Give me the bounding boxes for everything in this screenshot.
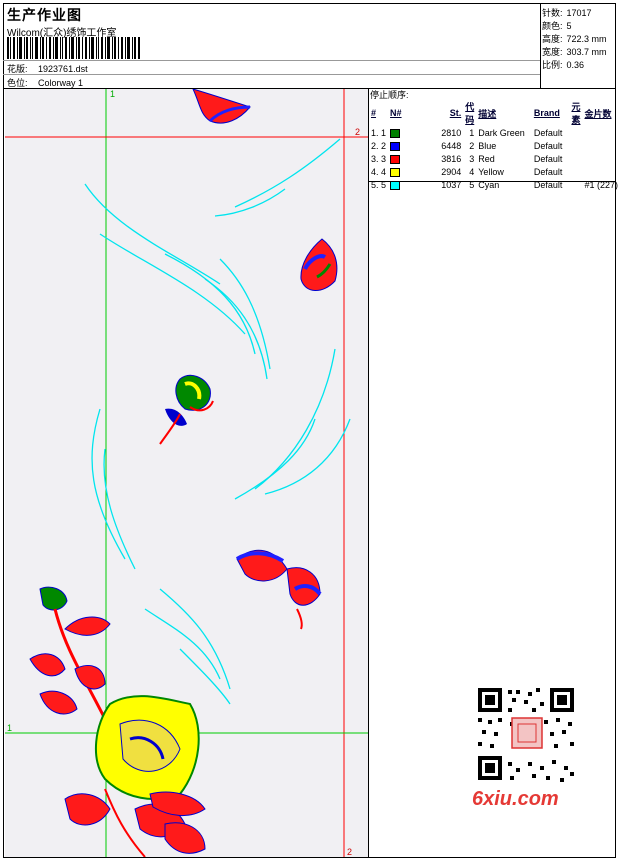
col-element: 元素: [571, 102, 581, 125]
table-header-row: # N# St. 代码 描述 Brand 元素 金片数: [369, 100, 620, 126]
col-number: #: [371, 108, 377, 118]
flower-bud-motif: [159, 374, 214, 445]
meta-line: [3, 60, 540, 61]
col-stitch: St.: [449, 108, 462, 118]
spec-stitches: 针数: 17017: [542, 8, 592, 18]
guide-label-v2: 2: [347, 847, 352, 857]
leaf-motif-upper-right: [300, 238, 338, 291]
barcode: [7, 37, 140, 59]
color-swatch: [390, 128, 401, 138]
colorway-label: 色位:: [7, 78, 28, 88]
color-swatch: [390, 180, 401, 190]
design-file-row: 花版: 1923761.dst: [7, 62, 88, 75]
table-row: 5. 5 1037 5 Cyan Default #1 (227): [371, 179, 618, 190]
embroidery-preview: 1 2 1 2: [5, 89, 368, 857]
color-swatch: [390, 141, 401, 151]
guide-label-v1: 1: [110, 89, 115, 99]
qr-logo: [511, 717, 543, 749]
spec-height: 高度: 722.3 mm: [542, 34, 607, 44]
col-brand: Brand: [533, 108, 560, 118]
design-label: 花版:: [7, 64, 28, 74]
table-row: 3. 3 3816 3 Red Default: [371, 153, 563, 164]
sheet-title: 生产作业图: [7, 7, 82, 23]
stop-sequence-table: # N# St. 代码 描述 Brand 元素 金片数 1. 1 2810 1 …: [369, 100, 620, 191]
leaf-pair-motif: [235, 549, 322, 630]
panel-divider: [368, 88, 369, 858]
color-swatch: [390, 167, 401, 177]
col-description: 描述: [478, 108, 497, 119]
watermark-text: 6xiu.com: [472, 788, 559, 810]
cyan-swoosh-lines: [84, 138, 351, 705]
design-file-name: 1923761.dst: [38, 64, 88, 74]
leaf-motif-top: [192, 89, 251, 124]
colorway-row: 色位: Colorway 1: [7, 76, 83, 89]
guide-label-h1: 1: [7, 723, 12, 733]
col-needle: N#: [390, 108, 402, 118]
table-row: 4. 4 2904 4 Yellow Default: [371, 166, 563, 177]
guide-label-h2: 2: [355, 127, 360, 137]
col-code: 代码: [465, 102, 475, 125]
colorway-name: Colorway 1: [38, 78, 84, 88]
spec-colors: 颜色: 5: [542, 21, 572, 31]
table-row: 2. 2 6448 2 Blue Default: [371, 140, 563, 151]
rose-motif: [29, 586, 206, 857]
spec-scale: 比例: 0.36: [542, 60, 585, 70]
color-swatch: [390, 154, 401, 164]
col-sequins: 金片数: [584, 108, 612, 119]
spec-width: 宽度: 303.7 mm: [542, 47, 607, 57]
embroidery-artwork: 1 2 1 2: [5, 89, 368, 857]
table-row: 1. 1 2810 1 Dark Green Default: [371, 127, 563, 138]
header-divider: [540, 3, 541, 89]
